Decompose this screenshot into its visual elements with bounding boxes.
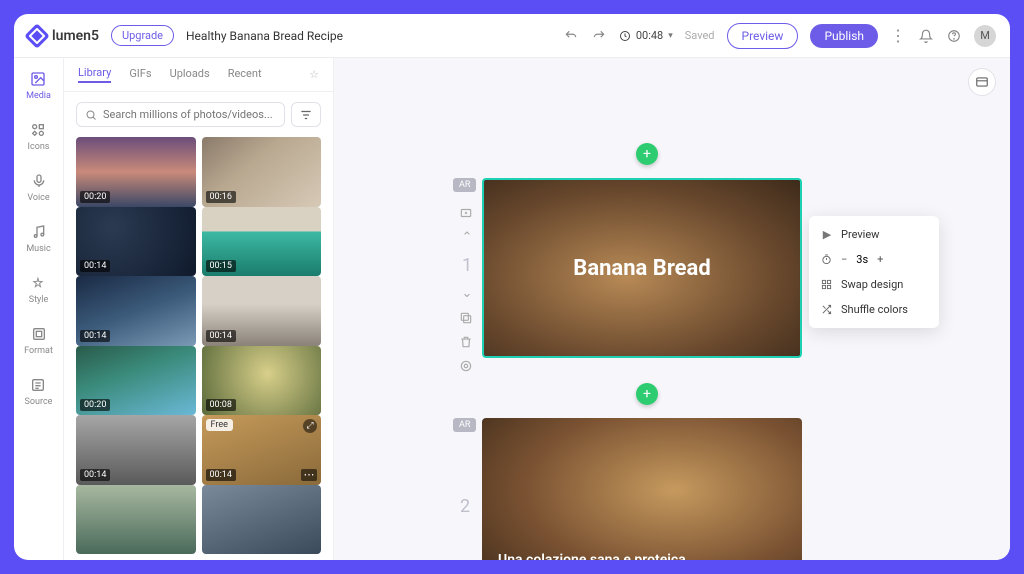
scene-number: 1 xyxy=(459,255,475,276)
scene-card-1[interactable]: Banana Bread xyxy=(482,178,802,358)
filter-icon xyxy=(299,108,313,122)
style-icon xyxy=(29,274,47,292)
left-rail: Media Icons Voice Music Style Format xyxy=(14,58,64,560)
rail-music[interactable]: Music xyxy=(26,219,50,258)
app-frame: lumen5 Upgrade Healthy Banana Bread Reci… xyxy=(14,14,1010,560)
media-thumb[interactable]: Free ⤢ 00:14 ⋯ xyxy=(202,415,322,485)
rail-voice[interactable]: Voice xyxy=(27,168,49,207)
ctx-preview[interactable]: ▶ Preview xyxy=(809,222,939,247)
scene-number: 2 xyxy=(460,496,470,517)
increase-duration-button[interactable]: + xyxy=(874,253,886,266)
search-input[interactable] xyxy=(76,102,285,127)
media-thumb[interactable]: 00:15 xyxy=(202,207,322,277)
source-icon xyxy=(29,376,47,394)
rail-source[interactable]: Source xyxy=(25,372,53,411)
filter-button[interactable] xyxy=(291,102,321,127)
expand-icon[interactable]: ⤢ xyxy=(303,419,317,433)
media-thumb[interactable]: 00:16 xyxy=(202,137,322,207)
logo[interactable]: lumen5 xyxy=(28,27,99,45)
redo-button[interactable] xyxy=(591,28,607,44)
media-thumb[interactable]: 00:20 xyxy=(76,346,196,416)
grid-icon xyxy=(821,279,833,290)
notifications-icon[interactable] xyxy=(918,28,934,44)
tab-recent[interactable]: Recent xyxy=(228,67,262,82)
duration-value: 3s xyxy=(856,253,868,266)
app-name: lumen5 xyxy=(52,28,99,44)
add-slide-icon[interactable] xyxy=(459,206,475,220)
scene-context-menu: ▶ Preview − 3s + Swap design Shuffle col… xyxy=(809,216,939,328)
scene-card-2[interactable]: Una colazione sana e proteica. Fit xyxy=(482,418,802,560)
tab-uploads[interactable]: Uploads xyxy=(170,67,210,82)
voice-icon xyxy=(30,172,48,190)
search-icon xyxy=(85,109,97,121)
duration-display[interactable]: 00:48 ▾ xyxy=(619,29,673,42)
timer-icon xyxy=(821,254,832,265)
media-grid: 00:20 00:16 00:14 00:15 00:14 00:14 00:2… xyxy=(64,137,333,560)
layout-icon xyxy=(975,75,989,89)
preview-button[interactable]: Preview xyxy=(727,23,799,49)
rail-icons[interactable]: Icons xyxy=(28,117,50,156)
avatar[interactable]: M xyxy=(974,25,996,47)
tab-library[interactable]: Library xyxy=(78,66,111,83)
duration-text: 00:48 xyxy=(636,29,663,42)
tab-gifs[interactable]: GIFs xyxy=(129,67,151,82)
project-title: Healthy Banana Bread Recipe xyxy=(186,29,343,43)
favorites-icon[interactable]: ☆ xyxy=(309,68,319,81)
media-thumb[interactable]: 00:14 xyxy=(76,415,196,485)
media-thumb[interactable]: 00:14 xyxy=(202,276,322,346)
media-thumb[interactable]: 00:20 xyxy=(76,137,196,207)
media-icon xyxy=(29,70,47,88)
media-tabs: Library GIFs Uploads Recent ☆ xyxy=(64,58,333,92)
scene-1-title[interactable]: Banana Bread xyxy=(573,256,710,281)
rail-style[interactable]: Style xyxy=(29,270,49,309)
ctx-shuffle-colors[interactable]: Shuffle colors xyxy=(809,297,939,322)
more-menu-icon[interactable]: ⋮ xyxy=(890,28,906,44)
ctx-swap-design[interactable]: Swap design xyxy=(809,272,939,297)
icons-icon xyxy=(29,121,47,139)
rail-format[interactable]: Format xyxy=(24,321,53,360)
move-down-icon[interactable]: ⌄ xyxy=(459,286,475,301)
shuffle-icon xyxy=(821,304,833,315)
scene-tools: ⌃ 1 ⌄ xyxy=(459,206,475,373)
delete-icon[interactable] xyxy=(459,335,475,349)
scene-2-title[interactable]: Una colazione sana e proteica. xyxy=(498,551,690,560)
media-thumb[interactable] xyxy=(202,485,322,555)
duplicate-icon[interactable] xyxy=(459,311,475,325)
layout-toggle-button[interactable] xyxy=(968,68,996,96)
upgrade-button[interactable]: Upgrade xyxy=(111,25,174,46)
add-scene-button[interactable]: + xyxy=(636,143,658,165)
move-up-icon[interactable]: ⌃ xyxy=(459,230,475,245)
undo-button[interactable] xyxy=(563,28,579,44)
ar-badge: AR xyxy=(453,178,476,192)
music-icon xyxy=(30,223,48,241)
media-thumb[interactable]: 00:14 xyxy=(76,276,196,346)
play-icon: ▶ xyxy=(821,228,833,241)
topbar: lumen5 Upgrade Healthy Banana Bread Reci… xyxy=(14,14,1010,58)
decrease-duration-button[interactable]: − xyxy=(838,253,850,266)
rail-media[interactable]: Media xyxy=(26,66,51,105)
ar-badge: AR xyxy=(453,418,476,432)
chevron-down-icon: ▾ xyxy=(668,31,673,41)
thumb-more-icon[interactable]: ⋯ xyxy=(301,469,317,481)
format-icon xyxy=(30,325,48,343)
add-scene-button[interactable]: + xyxy=(636,383,658,405)
media-thumb[interactable] xyxy=(76,485,196,555)
hide-icon[interactable] xyxy=(459,359,475,373)
canvas: + AR ⌃ 1 ⌄ Banana Bread ▶ Preview xyxy=(334,58,1010,560)
media-thumb[interactable]: 00:08 xyxy=(202,346,322,416)
media-panel: Library GIFs Uploads Recent ☆ 00:20 00:1… xyxy=(64,58,334,560)
help-icon[interactable] xyxy=(946,28,962,44)
media-thumb[interactable]: 00:14 xyxy=(76,207,196,277)
search-field[interactable] xyxy=(103,108,276,121)
free-badge: Free xyxy=(206,419,233,431)
save-status: Saved xyxy=(685,29,715,42)
publish-button[interactable]: Publish xyxy=(810,24,878,48)
ctx-duration: − 3s + xyxy=(809,247,939,272)
clock-icon xyxy=(619,30,631,42)
logo-mark-icon xyxy=(24,23,49,48)
